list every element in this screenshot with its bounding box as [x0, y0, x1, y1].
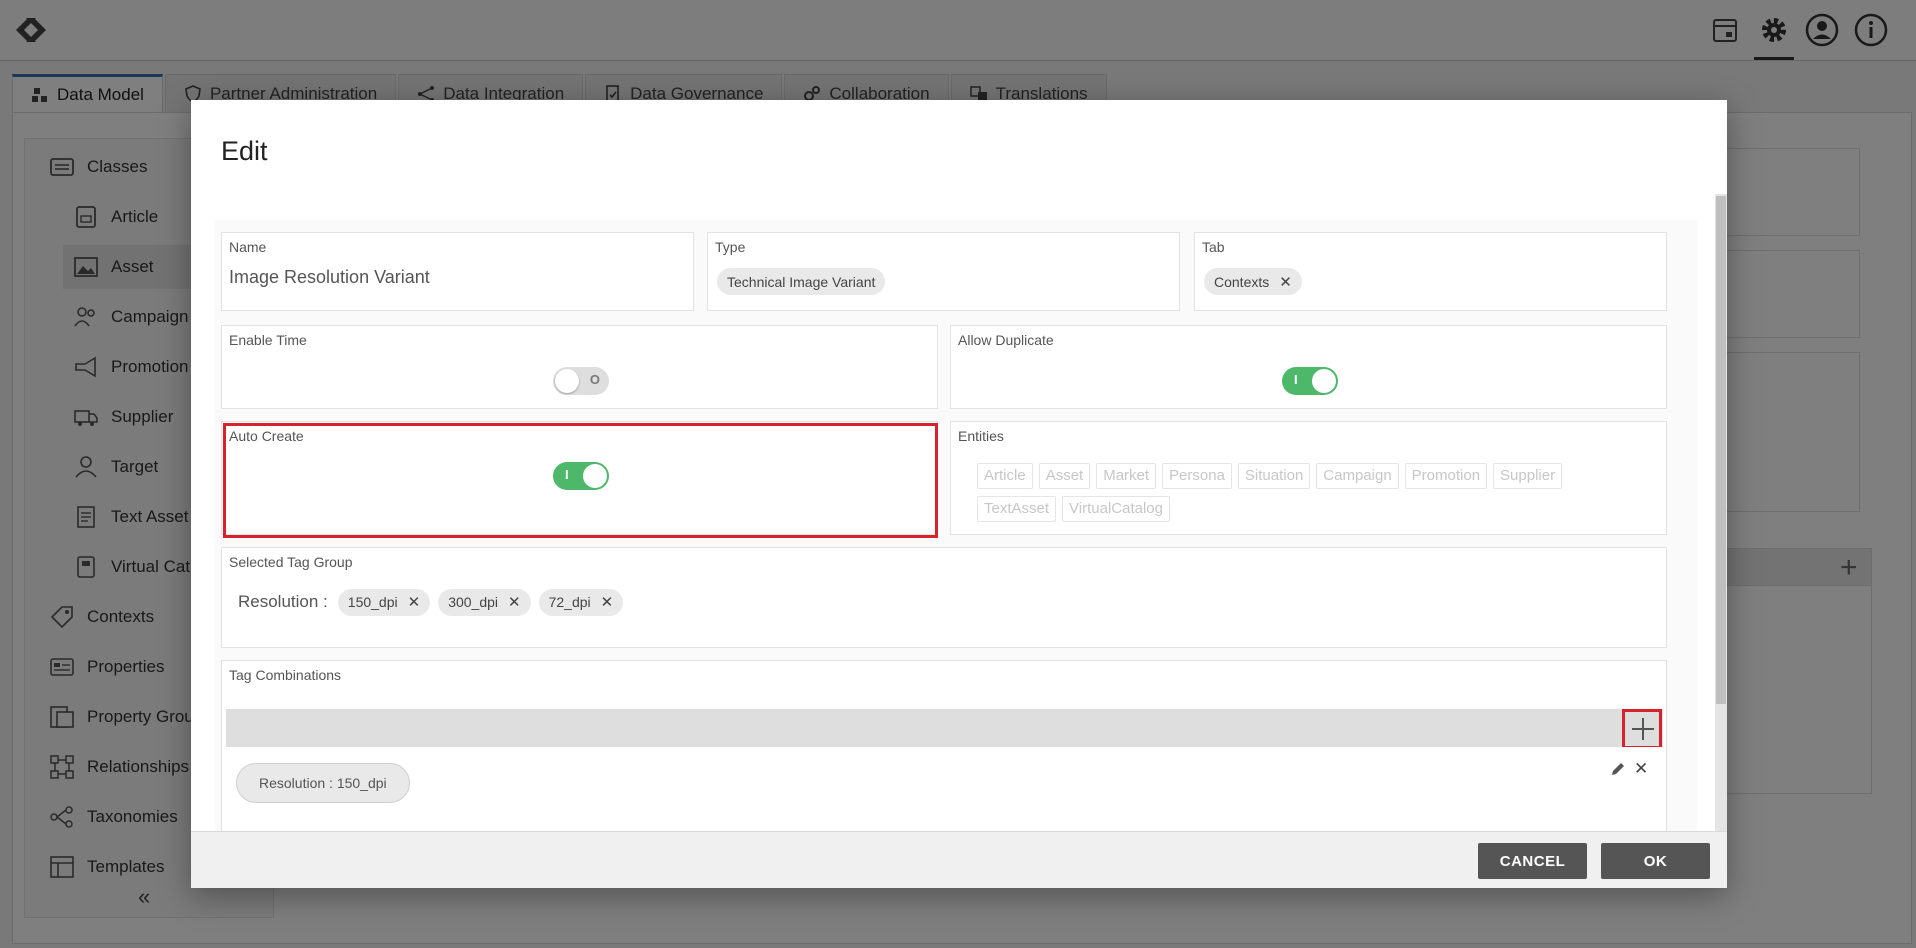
highlight-add-combination [1622, 709, 1662, 749]
dialog-title: Edit [221, 136, 268, 166]
allow-duplicate-toggle[interactable]: I [1282, 367, 1338, 395]
chip-label: Technical Image Variant [727, 273, 876, 290]
type-chip[interactable]: Technical Image Variant [717, 268, 886, 295]
toggle-knob [1312, 369, 1336, 393]
dialog-body: Name Image Resolution Variant Type Techn… [215, 220, 1697, 831]
combination-key: Resolution : [259, 775, 333, 791]
entities-label: Entities [958, 428, 1004, 444]
cancel-button[interactable]: CANCEL [1478, 843, 1587, 879]
entity-chip[interactable]: Situation [1237, 463, 1311, 489]
selected-tag-group-field: Selected Tag Group Resolution : 150_dpi ✕… [221, 547, 1667, 648]
chip-label: 72_dpi [548, 594, 591, 610]
tag-group-input[interactable]: Resolution : 150_dpi ✕ 300_dpi ✕ 72_dpi ✕ [230, 584, 1662, 620]
tag-chip[interactable]: 300_dpi ✕ [438, 588, 531, 616]
type-label: Type [715, 239, 746, 255]
entity-chip[interactable]: Market [1096, 463, 1157, 489]
type-field[interactable]: Type Technical Image Variant [707, 232, 1180, 311]
edit-dialog: Edit Name Image Resolution Variant Type … [191, 100, 1727, 888]
dialog-footer: CANCEL OK [191, 831, 1727, 888]
tag-group-name: Resolution : [238, 592, 328, 611]
allow-duplicate-field: Allow Duplicate I [950, 325, 1667, 409]
entity-chip[interactable]: Asset [1038, 463, 1091, 489]
tag-chip[interactable]: 150_dpi ✕ [337, 588, 431, 616]
tag-chip[interactable]: 72_dpi ✕ [538, 588, 624, 616]
dialog-scrollbar-thumb[interactable] [1716, 196, 1726, 704]
chip-label: 300_dpi [448, 594, 499, 610]
delete-combination-icon[interactable]: ✕ [1634, 759, 1648, 779]
entity-chip[interactable]: VirtualCatalog [1062, 496, 1170, 522]
entity-chip[interactable]: TextAsset [977, 496, 1057, 522]
tag-combination-row: Resolution : 150_dpi ✕ [226, 747, 1663, 817]
enable-time-toggle[interactable]: O [553, 367, 609, 395]
toggle-state: I [1294, 372, 1298, 387]
tab-chip[interactable]: Contexts ✕ [1204, 268, 1302, 295]
name-value[interactable]: Image Resolution Variant [229, 267, 430, 288]
toggle-knob [555, 369, 579, 393]
tab-label: Tab [1202, 239, 1225, 255]
name-field[interactable]: Name Image Resolution Variant [221, 232, 694, 311]
tag-combinations-label: Tag Combinations [229, 667, 342, 683]
remove-chip-icon[interactable]: ✕ [1279, 273, 1292, 291]
tag-combinations-header [226, 709, 1663, 747]
chip-label: 150_dpi [347, 594, 398, 610]
selected-tag-group-label: Selected Tag Group [229, 554, 353, 570]
entity-chip[interactable]: Article [977, 463, 1033, 489]
tag-combinations-field: Tag Combinations Resolution : 150_dpi ✕ [221, 660, 1667, 831]
chip-label: Contexts [1214, 273, 1270, 290]
enable-time-label: Enable Time [229, 332, 307, 348]
entities-field: Entities Article Asset Market Persona Situat… [950, 421, 1667, 535]
entity-chip[interactable]: Promotion [1404, 463, 1488, 489]
combination-pill: Resolution : 150_dpi [236, 763, 410, 803]
name-label: Name [229, 239, 267, 255]
remove-tag-icon[interactable]: ✕ [601, 593, 614, 611]
edit-pencil-icon[interactable] [1610, 761, 1626, 782]
remove-tag-icon[interactable]: ✕ [408, 593, 421, 611]
toggle-state: O [589, 372, 600, 387]
ok-button[interactable]: OK [1601, 843, 1710, 879]
enable-time-field: Enable Time O [221, 325, 938, 409]
combination-value: 150_dpi [336, 775, 387, 791]
remove-tag-icon[interactable]: ✕ [508, 593, 521, 611]
tab-field[interactable]: Tab Contexts ✕ [1194, 232, 1667, 311]
highlight-auto-create [223, 423, 938, 538]
allow-duplicate-label: Allow Duplicate [958, 332, 1054, 348]
entity-chip[interactable]: Campaign [1316, 463, 1399, 489]
entity-chip[interactable]: Supplier [1493, 463, 1563, 489]
entity-chip[interactable]: Persona [1162, 463, 1232, 489]
